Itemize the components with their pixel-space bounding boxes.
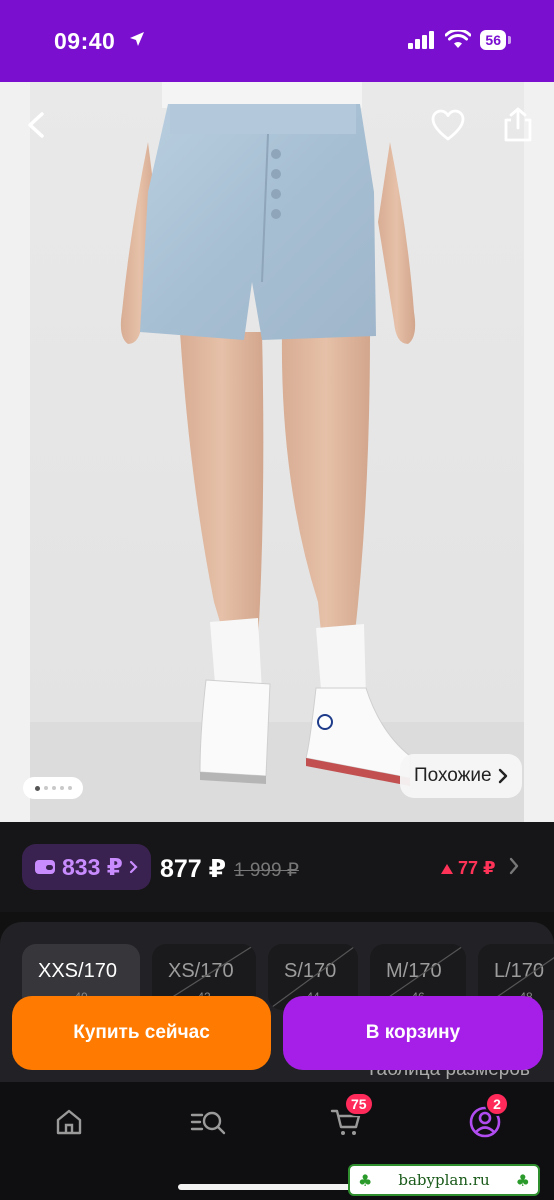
slide-indicator: [23, 777, 83, 799]
watermark-text: babyplan.ru: [398, 1171, 490, 1189]
heart-icon[interactable]: [430, 108, 466, 144]
slide-dot-active: [34, 785, 40, 791]
slide-dot: [59, 786, 64, 790]
product-photo: [30, 82, 524, 822]
clover-icon: ♣: [358, 1170, 373, 1190]
tab-home[interactable]: [45, 1098, 93, 1146]
price-bar: 833 ₽ 877 ₽ 1 999 ₽ 77 ₽: [0, 822, 554, 912]
triangle-up-icon: [441, 863, 453, 874]
catalog-search-icon: [190, 1111, 226, 1135]
status-indicators: 56: [408, 30, 511, 50]
product-image-gallery[interactable]: Похожие: [0, 82, 554, 822]
tab-profile[interactable]: 2: [461, 1092, 509, 1146]
slide-dot: [51, 786, 56, 790]
price-change-value: 77 ₽: [458, 858, 496, 878]
similar-items-button[interactable]: Похожие: [400, 754, 522, 798]
wallet-price-button[interactable]: 833 ₽: [22, 844, 151, 890]
battery-indicator: 56: [480, 30, 511, 50]
wifi-icon: [445, 30, 472, 48]
status-bar: 09:40 56: [0, 0, 554, 82]
price-change[interactable]: 77 ₽: [440, 858, 496, 879]
wallet-amount: 833 ₽: [62, 853, 123, 880]
back-chevron-icon[interactable]: [20, 108, 54, 142]
cart-count-badge: 75: [344, 1092, 374, 1116]
wallet-icon: [35, 860, 55, 874]
profile-notification-badge: 2: [485, 1092, 509, 1116]
chevron-right-icon[interactable]: [508, 856, 520, 876]
similar-label: Похожие: [414, 765, 492, 786]
tab-catalog-search[interactable]: [184, 1098, 232, 1146]
watermark: ♣ babyplan.ru ♣: [348, 1164, 540, 1196]
slide-dot: [67, 786, 72, 790]
chevron-right-icon: [129, 860, 138, 874]
product-photo-illustration: [30, 82, 524, 822]
buy-now-button[interactable]: Купить сейчас: [12, 996, 271, 1070]
old-price: 1 999 ₽: [234, 860, 299, 881]
size-label: XXS/170: [38, 960, 117, 982]
tab-cart[interactable]: 75: [322, 1092, 374, 1146]
share-icon[interactable]: [500, 106, 536, 144]
location-arrow-icon: [130, 32, 144, 46]
home-icon: [56, 1109, 82, 1135]
clover-icon: ♣: [515, 1170, 530, 1190]
current-price: 877 ₽: [160, 855, 227, 883]
signal-icon: [408, 31, 435, 49]
chevron-right-icon: [498, 768, 507, 784]
add-to-cart-button[interactable]: В корзину: [283, 996, 543, 1070]
slide-dot: [43, 786, 48, 790]
status-time: 09:40: [54, 28, 116, 54]
